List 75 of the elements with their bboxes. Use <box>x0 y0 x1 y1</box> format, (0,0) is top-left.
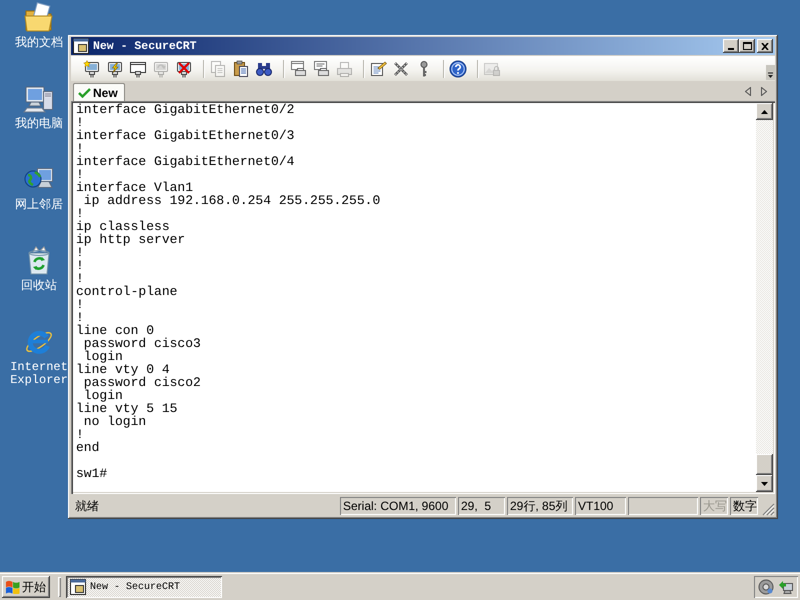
terminal-line: ip address 192.168.0.254 255.255.255.0 <box>82 193 380 208</box>
terminal-prompt: sw1# <box>76 467 108 480</box>
session-tab[interactable]: New <box>73 83 125 101</box>
maximize-button[interactable] <box>739 39 755 53</box>
status-pane: Serial: COM1, 9600 <box>340 497 456 515</box>
terminal-line: ip http server <box>76 232 186 247</box>
shortcut-label[interactable]: 我的电脑 <box>15 118 63 131</box>
terminal-line: line con 0 <box>76 323 154 338</box>
chevron-down-icon[interactable] <box>766 65 775 80</box>
terminal-line: ! <box>76 310 84 325</box>
terminal-line: interface GigabitEthernet0/2 <box>76 102 294 117</box>
terminal-line: password cisco2 <box>82 375 201 390</box>
terminal-line: control-plane <box>76 284 178 299</box>
scroll-up-button[interactable] <box>756 103 773 120</box>
window-icon <box>73 38 89 54</box>
monitor-lightning-icon[interactable] <box>106 60 124 78</box>
status-pane: VT100 <box>575 497 626 515</box>
terminal-line: ip classless <box>76 219 170 234</box>
status-pane: 29行, 85列 <box>507 497 573 515</box>
paste-icon[interactable] <box>232 60 250 78</box>
terminal-line: line vty 5 15 <box>76 401 178 416</box>
terminal-line: no login <box>82 414 146 429</box>
terminal-line: ! <box>76 427 84 442</box>
empty-status-pane <box>628 497 698 515</box>
right-arrow-icon[interactable] <box>761 87 767 96</box>
terminal-line: ! <box>76 141 84 156</box>
up-arrow-icon <box>761 110 768 114</box>
left-arrow-icon[interactable] <box>745 87 751 96</box>
scrollbar-thumb[interactable] <box>756 454 773 475</box>
close-icon <box>761 42 769 50</box>
terminal-line: ! <box>76 115 84 130</box>
task-button[interactable]: New - SecureCRT <box>66 576 222 598</box>
size-grip-icon[interactable] <box>762 503 775 516</box>
terminal-line: ! <box>76 297 84 312</box>
shortcut-label[interactable]: 网上邻居 <box>15 199 63 212</box>
terminal-line: interface GigabitEthernet0/4 <box>76 154 294 169</box>
scroll-down-button[interactable] <box>756 475 773 492</box>
terminal-line: end <box>76 440 100 455</box>
terminal-line: ! <box>76 271 84 286</box>
shortcut-label[interactable]: 我的文档 <box>15 37 63 50</box>
note-pencil-icon[interactable] <box>369 60 387 78</box>
terminal-line: interface Vlan1 <box>76 180 194 195</box>
close-button[interactable] <box>757 39 773 53</box>
terminal-line: ! <box>76 167 84 182</box>
terminal-line: password cisco3 <box>82 336 201 351</box>
window-title: New - SecureCRT <box>93 40 197 52</box>
monitor-sparkle-icon[interactable] <box>83 60 101 78</box>
window-plug-icon[interactable] <box>129 60 147 78</box>
terminal-line: ! <box>76 258 84 273</box>
computer-arrow-icon[interactable] <box>778 579 794 595</box>
monitor-cross-icon[interactable] <box>175 60 193 78</box>
terminal-line: login <box>84 349 123 364</box>
window-icon <box>70 579 86 595</box>
printer-page-icon[interactable] <box>312 60 330 78</box>
status-pane: 29, 5 <box>458 497 505 515</box>
terminal-line: interface GigabitEthernet0/3 <box>76 128 294 143</box>
shortcut-label[interactable]: Internet Explorer <box>6 361 72 387</box>
key-indicator: 数字 <box>730 497 758 515</box>
status-message: 就绪 <box>74 498 99 514</box>
terminal-line: line vty 0 4 <box>76 362 170 377</box>
flag-icon <box>5 580 20 594</box>
terminal-line: ! <box>76 245 84 260</box>
disc-icon[interactable] <box>758 579 774 595</box>
down-arrow-icon <box>761 482 768 486</box>
help-icon[interactable] <box>449 60 467 78</box>
printer-window-icon[interactable] <box>289 60 307 78</box>
key-indicator: 大写 <box>700 497 728 515</box>
maximize-icon <box>742 42 752 50</box>
shortcut-label[interactable]: 回收站 <box>21 280 57 293</box>
crossed-tools-icon[interactable] <box>392 60 410 78</box>
start-button[interactable]: 开始 <box>2 576 50 598</box>
terminal-line: login <box>84 388 123 403</box>
terminal-line: ! <box>76 206 84 221</box>
folder-document-icon[interactable] <box>23 2 55 34</box>
minimize-button[interactable] <box>723 39 739 53</box>
